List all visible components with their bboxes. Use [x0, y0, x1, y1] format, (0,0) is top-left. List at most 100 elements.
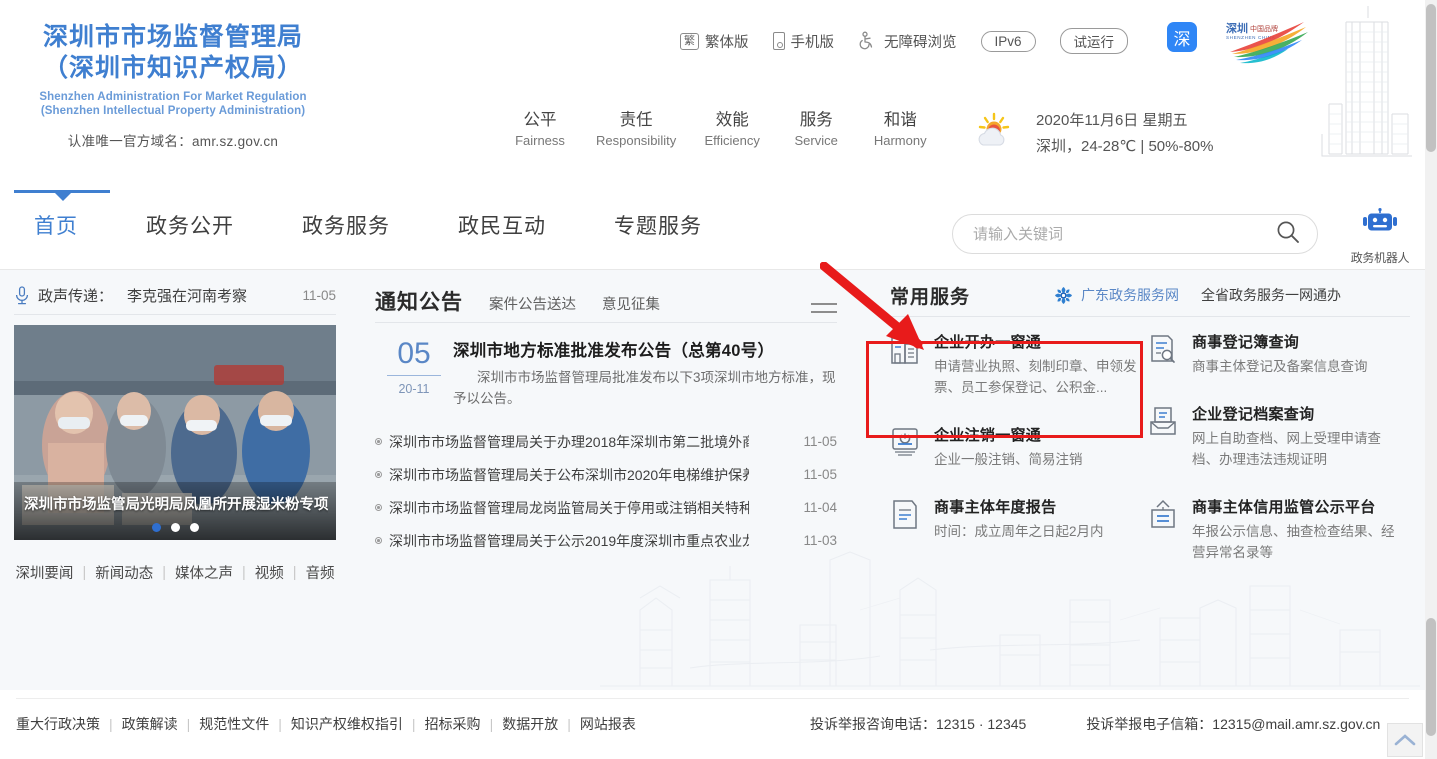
building-icon [890, 334, 920, 366]
traditional-chinese-label: 繁体版 [705, 31, 749, 52]
hamburger-icon[interactable] [811, 300, 837, 316]
notice-date: 11-05 [803, 434, 837, 449]
utility-links: 繁 繁体版 手机版 无障碍浏览 IPv6 试运行 [680, 28, 1128, 54]
featured-notice[interactable]: 05 20-11 深圳市地方标准批准发布公告（总第40号） 深圳市市场监督管理局… [375, 337, 837, 409]
nav-item-government-services[interactable]: 政务服务 [268, 210, 424, 240]
search-input[interactable] [973, 226, 1275, 243]
province-one-network-link[interactable]: 全省政务服务一网通办 [1201, 285, 1341, 305]
guangdong-service-portal-link[interactable]: 广东政务服务网 [1081, 285, 1179, 305]
svg-text:深圳: 深圳 [1226, 21, 1248, 35]
trial-run-badge[interactable]: 试运行 [1060, 28, 1129, 54]
divider: | [558, 716, 580, 732]
app-badge-icon[interactable]: 深 [1167, 22, 1197, 52]
search-bar[interactable] [952, 214, 1318, 254]
footer-link-website-reports[interactable]: 网站报表 [580, 714, 636, 734]
service-desc: 申请营业执照、刻制印章、申领发票、员工参保登记、公积金... [934, 356, 1148, 398]
tab-case-announcements[interactable]: 案件公告送达 [489, 293, 576, 316]
footer-link-normative-documents[interactable]: 规范性文件 [199, 714, 269, 734]
subnav-item-media-voice[interactable]: 媒体之声 [175, 562, 233, 583]
site-branding[interactable]: 深圳市市场监督管理局 （深圳市知识产权局） Shenzhen Administr… [18, 22, 328, 150]
carousel-dot[interactable] [171, 523, 180, 532]
news-carousel[interactable]: 深圳市市场监管局光明局凤凰所开展湿米粉专项抽检... [14, 325, 336, 540]
mobile-version-link[interactable]: 手机版 [773, 31, 835, 52]
complaint-email[interactable]: 投诉举报电子信箱：12315@mail.amr.sz.gov.cn [1086, 714, 1380, 734]
divider [16, 698, 1409, 699]
service-desc: 时间：成立周年之日起2月内 [934, 521, 1104, 542]
carousel-dot[interactable] [190, 523, 199, 532]
core-value-cn: 效能 [704, 108, 760, 132]
archive-box-icon [1148, 406, 1178, 438]
notice-title[interactable]: 深圳市市场监督管理局关于办理2018年深圳市第二批境外商... [389, 432, 749, 452]
subnav-item-audio[interactable]: 音频 [306, 562, 335, 583]
footer-link-policy-interpretation[interactable]: 政策解读 [122, 714, 178, 734]
core-value-item: 效能 Efficiency [704, 108, 760, 150]
main-content: 政声传递： 李克强在河南考察 11-05 [0, 270, 1425, 690]
divider: | [178, 716, 200, 732]
government-robot-button[interactable]: 政务机器人 [1348, 208, 1412, 266]
subnav-item-news-updates[interactable]: 新闻动态 [95, 562, 153, 583]
service-desc: 网上自助查档、网上受理申请查档、办理违法违规证明 [1192, 428, 1406, 470]
notice-title[interactable]: 深圳市市场监督管理局关于公布深圳市2020年电梯维护保养... [389, 465, 749, 485]
service-item-business-startup[interactable]: 企业开办一窗通 申请营业执照、刻制印章、申领发票、员工参保登记、公积金... [890, 331, 1148, 398]
bullet-icon [375, 471, 382, 478]
ipv6-badge[interactable]: IPv6 [981, 31, 1036, 52]
services-grid: 企业开办一窗通 申请营业执照、刻制印章、申领发票、员工参保登记、公积金... [890, 331, 1410, 589]
divider: | [269, 716, 291, 732]
shenzhen-china-logo: 深圳 中国品牌 SHENZHEN CHINA [1222, 18, 1314, 66]
weather-detail: 深圳，24-28℃ | 50%-80% [1036, 134, 1213, 160]
services-column-right: 商事登记簿查询 商事主体登记及备案信息查询 企业登记档 [1148, 331, 1406, 589]
divider: | [153, 565, 175, 581]
nav-item-home[interactable]: 首页 [0, 210, 112, 240]
notice-title[interactable]: 深圳市市场监督管理局龙岗监管局关于停用或注销相关特种... [389, 498, 749, 518]
carousel-caption[interactable]: 深圳市市场监管局光明局凤凰所开展湿米粉专项抽检... [24, 493, 328, 514]
nav-item-government-disclosure[interactable]: 政务公开 [112, 210, 268, 240]
footer-link-bidding-procurement[interactable]: 招标采购 [425, 714, 481, 734]
scrollbar-thumb[interactable] [1426, 4, 1436, 152]
notice-date: 11-05 [803, 467, 837, 482]
service-item-credit-platform[interactable]: 商事主体信用监管公示平台 年报公示信息、抽查检查结果、经营异常名录等 [1148, 496, 1406, 563]
service-item-registry-query[interactable]: 商事登记簿查询 商事主体登记及备案信息查询 [1148, 331, 1406, 377]
core-value-en: Harmony [872, 132, 928, 150]
subnav-item-video[interactable]: 视频 [255, 562, 284, 583]
site-footer: 重大行政决策 | 政策解读 | 规范性文件 | 知识产权维权指引 | 招标采购 … [0, 690, 1425, 759]
ticker-headline[interactable]: 李克强在河南考察 [127, 285, 247, 306]
scrollbar-thumb-secondary[interactable] [1426, 618, 1436, 736]
traditional-chinese-icon: 繁 [680, 33, 699, 50]
list-item[interactable]: 深圳市市场监督管理局龙岗监管局关于停用或注销相关特种... 11-04 [375, 491, 837, 524]
accessibility-icon [858, 31, 878, 51]
search-icon[interactable] [1275, 219, 1301, 250]
back-to-top-button[interactable] [1387, 723, 1423, 757]
divider [890, 316, 1410, 317]
traditional-chinese-link[interactable]: 繁 繁体版 [680, 31, 749, 52]
voice-ticker[interactable]: 政声传递： 李克强在河南考察 11-05 [14, 278, 336, 312]
brand-subtitle-en2: (Shenzhen Intellectual Property Administ… [18, 104, 328, 118]
featured-yearmonth: 20-11 [375, 382, 453, 396]
vertical-scrollbar-track[interactable] [1425, 0, 1437, 759]
carousel-dot[interactable] [152, 523, 161, 532]
service-name: 商事主体年度报告 [934, 496, 1104, 517]
footer-link-open-data[interactable]: 数据开放 [502, 714, 558, 734]
service-item-business-deregistration[interactable]: 企业注销一窗通 企业一般注销、简易注销 [890, 424, 1148, 470]
services-title: 常用服务 [890, 282, 970, 309]
nav-item-special-services[interactable]: 专题服务 [580, 210, 736, 240]
list-item[interactable]: 深圳市市场监督管理局关于公布深圳市2020年电梯维护保养... 11-05 [375, 458, 837, 491]
footer-link-ip-rights-guide[interactable]: 知识产权维权指引 [291, 714, 403, 734]
core-value-cn: 责任 [596, 108, 676, 132]
list-item[interactable]: 深圳市市场监督管理局关于办理2018年深圳市第二批境外商... 11-05 [375, 425, 837, 458]
subnav-item-shenzhen-news[interactable]: 深圳要闻 [15, 562, 73, 583]
list-item[interactable]: 深圳市市场监督管理局关于公示2019年度深圳市重点农业龙... 11-03 [375, 524, 837, 557]
notice-title[interactable]: 深圳市市场监督管理局关于公示2019年度深圳市重点农业龙... [389, 531, 749, 551]
services-column-left: 企业开办一窗通 申请营业执照、刻制印章、申领发票、员工参保登记、公积金... [890, 331, 1148, 589]
robot-icon [1360, 229, 1400, 246]
featured-notice-title[interactable]: 深圳市地方标准批准发布公告（总第40号） [453, 337, 837, 361]
notice-list: 深圳市市场监督管理局关于办理2018年深圳市第二批境外商... 11-05 深圳… [375, 425, 837, 557]
footer-link-major-decisions[interactable]: 重大行政决策 [16, 714, 100, 734]
brand-subtitle-en1: Shenzhen Administration For Market Regul… [18, 90, 328, 104]
accessibility-link[interactable]: 无障碍浏览 [858, 31, 957, 52]
bullet-icon [375, 537, 382, 544]
bullet-icon [375, 438, 382, 445]
service-item-archive-query[interactable]: 企业登记档案查询 网上自助查档、网上受理申请查档、办理违法违规证明 [1148, 403, 1406, 470]
service-item-annual-report[interactable]: 商事主体年度报告 时间：成立周年之日起2月内 [890, 496, 1148, 542]
nav-item-public-interaction[interactable]: 政民互动 [424, 210, 580, 240]
tab-opinion-collection[interactable]: 意见征集 [602, 293, 660, 316]
